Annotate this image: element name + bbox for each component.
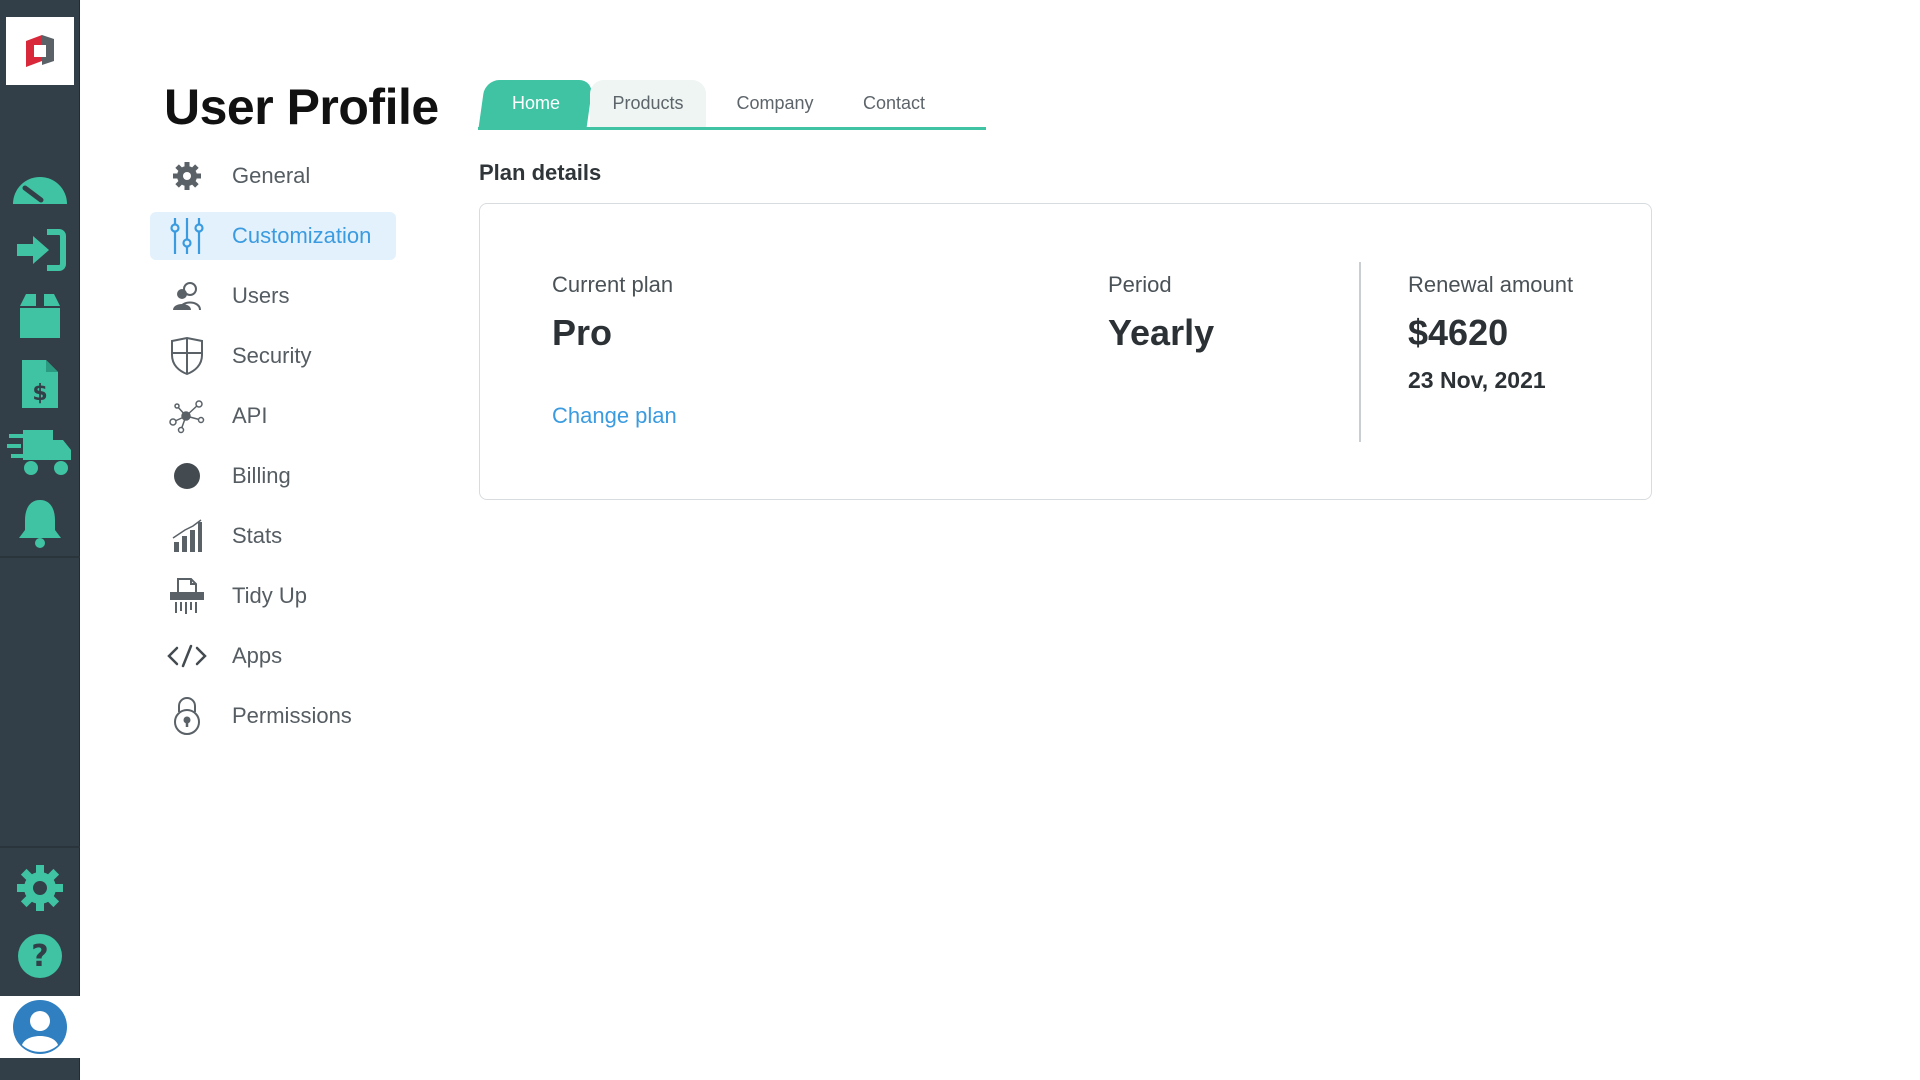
code-icon bbox=[162, 632, 212, 680]
tab-company[interactable]: Company bbox=[712, 80, 838, 127]
rail-notifications-button[interactable] bbox=[0, 490, 80, 554]
nav-item-general[interactable]: General bbox=[150, 152, 400, 200]
rail-divider bbox=[0, 556, 80, 558]
tab-label: Products bbox=[612, 93, 684, 113]
svg-text:$: $ bbox=[32, 381, 47, 406]
nav-item-label: General bbox=[232, 163, 311, 188]
app-logo[interactable] bbox=[6, 17, 74, 85]
nav-item-label: Tidy Up bbox=[232, 583, 307, 608]
rail-divider bbox=[0, 846, 80, 848]
change-plan-link[interactable]: Change plan bbox=[552, 403, 677, 429]
rail-dashboard-button[interactable] bbox=[0, 152, 80, 216]
tab-products[interactable]: Products bbox=[590, 80, 706, 127]
tab-contact[interactable]: Contact bbox=[838, 80, 950, 127]
lock-icon bbox=[162, 692, 212, 740]
nav-item-api[interactable]: API bbox=[150, 392, 400, 440]
dashboard-icon bbox=[13, 177, 67, 204]
rail-invoice-button[interactable]: $ bbox=[0, 352, 80, 416]
nav-item-label: Billing bbox=[232, 463, 291, 488]
shield-icon bbox=[162, 332, 212, 380]
nav-item-label: Apps bbox=[232, 643, 283, 668]
nav-item-label: API bbox=[232, 403, 268, 428]
bar-chart-icon bbox=[162, 512, 212, 560]
tab-label: Company bbox=[736, 93, 814, 113]
gear-icon bbox=[17, 865, 63, 911]
nav-item-label: Security bbox=[232, 343, 312, 368]
nav-item-label: Permissions bbox=[232, 703, 352, 728]
avatar-icon bbox=[13, 1000, 67, 1054]
nav-item-security[interactable]: Security bbox=[150, 332, 400, 380]
top-tabs: Home Products Company Contact bbox=[478, 80, 986, 130]
tab-home[interactable]: Home bbox=[478, 80, 594, 127]
page-title: User Profile bbox=[164, 79, 439, 135]
user-avatar-button[interactable] bbox=[0, 996, 80, 1058]
help-icon: ? bbox=[18, 934, 62, 978]
plan-card: Current plan Pro Change plan Period Year… bbox=[479, 203, 1652, 500]
invoice-icon: $ bbox=[22, 360, 58, 408]
bell-icon bbox=[19, 500, 61, 548]
plan-details-heading: Plan details bbox=[479, 160, 602, 185]
tab-label: Contact bbox=[862, 93, 926, 113]
package-icon bbox=[20, 294, 60, 338]
rail-delivery-button[interactable] bbox=[0, 420, 80, 484]
tab-label: Home bbox=[511, 93, 560, 113]
delivery-truck-icon bbox=[7, 430, 71, 475]
nav-item-apps[interactable]: Apps bbox=[150, 632, 400, 680]
gear-icon bbox=[162, 152, 212, 200]
settings-nav: General Customization Users Security API… bbox=[150, 152, 400, 752]
rail-help-button[interactable]: ? bbox=[0, 924, 80, 988]
login-icon bbox=[17, 229, 66, 271]
current-plan-label: Current plan bbox=[552, 272, 674, 297]
svg-text:?: ? bbox=[31, 939, 48, 974]
network-icon bbox=[162, 392, 212, 440]
rail-settings-button[interactable] bbox=[0, 856, 80, 920]
users-icon bbox=[162, 272, 212, 320]
renewal-date: 23 Nov, 2021 bbox=[1408, 367, 1546, 393]
renewal-amount-label: Renewal amount bbox=[1408, 272, 1574, 297]
nav-item-customization[interactable]: Customization bbox=[150, 212, 396, 260]
shredder-icon bbox=[162, 572, 212, 620]
sliders-icon bbox=[162, 212, 212, 260]
current-plan-value: Pro bbox=[552, 312, 613, 353]
brand-logo-icon bbox=[26, 35, 54, 67]
app-rail: $ ? bbox=[0, 0, 80, 1080]
nav-item-permissions[interactable]: Permissions bbox=[150, 692, 400, 740]
plan-divider bbox=[1359, 262, 1361, 442]
nav-item-label: Stats bbox=[232, 523, 283, 548]
nav-item-billing[interactable]: Billing bbox=[150, 452, 400, 500]
rail-login-button[interactable] bbox=[0, 218, 80, 282]
renewal-amount-value: $4620 bbox=[1408, 312, 1509, 353]
period-label: Period bbox=[1108, 272, 1172, 297]
nav-item-users[interactable]: Users bbox=[150, 272, 400, 320]
nav-item-stats[interactable]: Stats bbox=[150, 512, 400, 560]
circle-icon bbox=[162, 452, 212, 500]
period-value: Yearly bbox=[1108, 312, 1215, 353]
nav-item-tidy-up[interactable]: Tidy Up bbox=[150, 572, 400, 620]
rail-package-button[interactable] bbox=[0, 284, 80, 348]
nav-item-label: Users bbox=[232, 283, 290, 308]
nav-item-label: Customization bbox=[232, 223, 372, 248]
